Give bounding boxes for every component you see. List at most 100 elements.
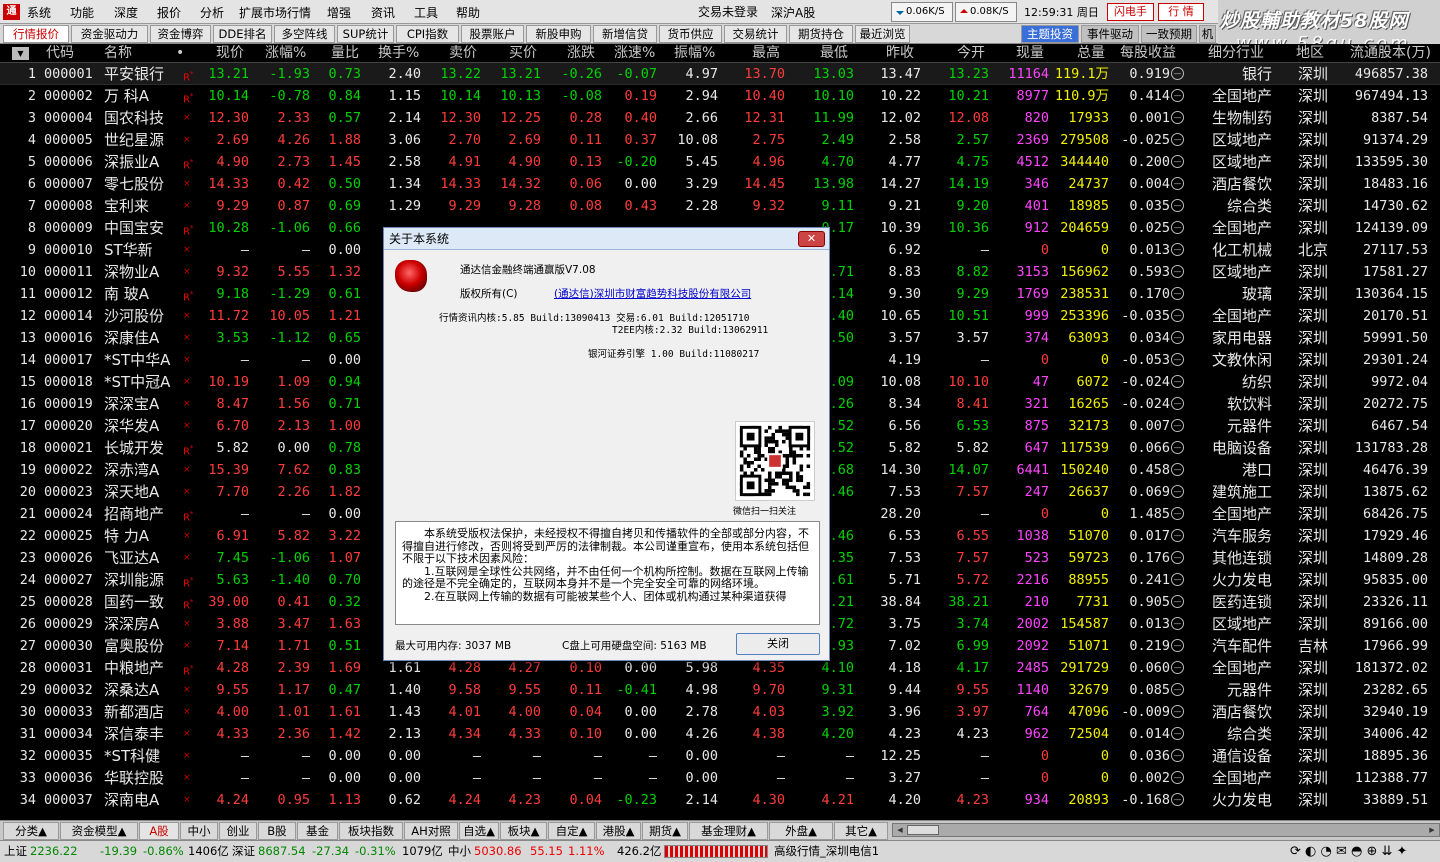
menu-quote[interactable]: 报价	[157, 4, 181, 21]
dialog-close-button[interactable]: 关闭	[736, 633, 820, 655]
column-header-19[interactable]: 细分行业	[1208, 44, 1264, 63]
tab-3[interactable]: DDE排名	[213, 25, 272, 43]
tab-12[interactable]: 期货持仓	[789, 25, 853, 43]
table-row[interactable]: 6 000007 零七股份 × 14.33 0.42 0.50 1.34 14.33 14.32 0…	[0, 173, 1440, 195]
bottom-tab-8[interactable]: AH对照	[404, 822, 458, 840]
table-row[interactable]: 33 000036 华联控股 × — —0.00 0.00— — — —0.00— —3.27—0 0…	[0, 767, 1440, 789]
tab-11[interactable]: 交易统计	[724, 25, 787, 43]
cell-ind: 区域地产	[1211, 131, 1272, 149]
table-row[interactable]: 30 000033 新都酒店 × 4.00 1.01 1.61 1.43 4.01 4.00 0.0…	[0, 701, 1440, 723]
sz-index-label[interactable]: 深证	[232, 841, 255, 862]
bottom-tab-11[interactable]: 自定▲	[548, 822, 595, 840]
table-row[interactable]: 32 000035 *ST科健 × — —0.00 0.00— — — —0.00— —12.25—…	[0, 745, 1440, 767]
bottom-tab-16[interactable]: 其它▲	[834, 822, 888, 840]
menu-enhance[interactable]: 增强	[327, 4, 351, 21]
table-row[interactable]: 3 000004 国农科技 × 12.30 2.33 0.57 2.14 12.30 12.25 0…	[0, 107, 1440, 129]
table-row[interactable]: 1 000001 平安银行 R* 13.21 -1.93 0.73 2.40 13.22 13.2…	[0, 63, 1440, 85]
menu-analysis[interactable]: 分析	[200, 4, 224, 21]
tab-right-2[interactable]: 一致预期	[1141, 25, 1197, 43]
tab-13[interactable]: 最近浏览	[855, 25, 910, 43]
column-header-11[interactable]: 振幅%	[674, 44, 715, 63]
table-row[interactable]: 7 000008 宝利来 × 9.29 0.87 0.69 1.29 9.29 9.28 0.08 0…	[0, 195, 1440, 217]
horizontal-scrollbar[interactable]: ◀ ▶	[892, 823, 1440, 837]
tab-0[interactable]: 行情报价	[3, 25, 69, 43]
table-row[interactable]: 31 000034 深信泰丰 × 4.33 2.36 1.42 2.13 4.34 4.33 0.1…	[0, 723, 1440, 745]
column-header-13[interactable]: 最低	[820, 44, 848, 63]
tab-9[interactable]: 新增信贷	[593, 25, 657, 43]
tab-2[interactable]: 资金博弈	[150, 25, 211, 43]
column-header-5[interactable]: 量比	[331, 44, 359, 63]
cell-pr: 10.28	[208, 220, 249, 236]
column-header-0[interactable]: 代码	[46, 44, 74, 63]
column-header-10[interactable]: 涨速%	[614, 44, 655, 63]
tab-6[interactable]: CPI指数	[396, 25, 459, 43]
scroll-thumb[interactable]	[907, 825, 939, 835]
bottom-tab-0[interactable]: 分类▲	[3, 822, 59, 840]
tab-right-3[interactable]: 机	[1199, 25, 1216, 43]
column-header-2[interactable]: •	[176, 44, 184, 63]
tab-5[interactable]: SUP统计	[337, 25, 394, 43]
table-row[interactable]: 29 000032 深桑达A × 9.55 1.17 0.47 1.40 9.58 9.55 0.1…	[0, 679, 1440, 701]
bottom-tab-15[interactable]: 外盘▲	[769, 822, 833, 840]
tab-right-0[interactable]: 主题投资	[1021, 25, 1079, 43]
cell-code: 000032	[44, 682, 93, 698]
column-header-14[interactable]: 昨收	[886, 44, 914, 63]
sort-toggle-icon[interactable]: ▼	[12, 47, 29, 60]
column-header-9[interactable]: 涨跌	[567, 44, 595, 63]
menu-system[interactable]: 系统	[27, 4, 51, 21]
column-header-8[interactable]: 买价	[509, 44, 537, 63]
flash-trade-button[interactable]: 闪电手	[1107, 3, 1154, 21]
scroll-left-icon[interactable]: ◀	[894, 825, 906, 835]
column-header-17[interactable]: 总量	[1077, 44, 1105, 63]
server-name[interactable]: 高级行情_深圳电信1	[774, 841, 879, 862]
menu-news[interactable]: 资讯	[371, 4, 395, 21]
table-row[interactable]: 5 000006 深振业A R* 4.90 2.73 1.45 2.58 4.91 4.90 0.1…	[0, 151, 1440, 173]
menu-depth[interactable]: 深度	[114, 4, 138, 21]
column-header-18[interactable]: 每股收益	[1120, 44, 1176, 63]
menu-tools[interactable]: 工具	[414, 4, 438, 21]
bottom-tab-1[interactable]: 资金模型▲	[60, 822, 138, 840]
dialog-close-icon[interactable]: ✕	[798, 231, 825, 247]
tab-8[interactable]: 新股申购	[526, 25, 591, 43]
refresh-icon[interactable]: ⟳ ◐ ◔ ✉ ◓ ⊕ ⇊ ✦	[1290, 841, 1407, 862]
cell-tv: 18985	[1068, 198, 1109, 214]
bottom-tab-12[interactable]: 港股▲	[596, 822, 641, 840]
column-header-6[interactable]: 换手%	[378, 44, 419, 63]
bottom-tab-7[interactable]: 板块指数	[339, 822, 403, 840]
column-header-21[interactable]: 流通股本(万)	[1350, 44, 1431, 63]
table-row[interactable]: 2 000002 万 科A R* 10.14 -0.78 0.84 1.15 10.14 10.1…	[0, 85, 1440, 107]
menu-ext-market[interactable]: 扩展市场行情	[239, 4, 311, 21]
tab-right-1[interactable]: 事件驱动	[1081, 25, 1139, 43]
bottom-tab-10[interactable]: 板块▲	[500, 822, 547, 840]
tab-7[interactable]: 股票账户	[461, 25, 524, 43]
bottom-tab-3[interactable]: 中小	[180, 822, 218, 840]
quote-button[interactable]: 行 情	[1158, 3, 1204, 21]
tab-4[interactable]: 多空阵线	[274, 25, 335, 43]
bottom-tab-5[interactable]: B股	[258, 822, 296, 840]
bottom-tab-6[interactable]: 基金	[297, 822, 338, 840]
column-header-7[interactable]: 卖价	[449, 44, 477, 63]
license-notice[interactable]: 本系统受版权法保护，未经授权不得擅自拷贝和传播软件的全部或部分内容，不得擅自进行…	[395, 521, 820, 625]
bottom-tab-4[interactable]: 创业	[219, 822, 257, 840]
column-header-20[interactable]: 地区	[1296, 44, 1324, 63]
table-row[interactable]: 4 000005 世纪星源 × 2.69 4.26 1.88 3.06 2.70 2.69 0.11…	[0, 129, 1440, 151]
column-header-4[interactable]: 涨幅%	[265, 44, 306, 63]
menu-help[interactable]: 帮助	[456, 4, 480, 21]
column-header-15[interactable]: 今开	[957, 44, 985, 63]
table-row[interactable]: 34 000037 深南电A × 4.24 0.95 1.13 0.62 4.24 4.23 0.0…	[0, 789, 1440, 811]
zx-index-label[interactable]: 中小	[448, 841, 471, 862]
column-header-16[interactable]: 现量	[1016, 44, 1044, 63]
menu-function[interactable]: 功能	[70, 4, 94, 21]
company-link[interactable]: (通达信)深圳市财富趋势科技股份有限公司	[554, 286, 751, 301]
tab-10[interactable]: 货币供应	[659, 25, 722, 43]
column-header-12[interactable]: 最高	[752, 44, 780, 63]
sh-index-label[interactable]: 上证	[4, 841, 27, 862]
tab-1[interactable]: 资金驱动力	[71, 25, 148, 43]
column-header-1[interactable]: 名称	[104, 44, 132, 63]
bottom-tab-14[interactable]: 基金理财▲	[689, 822, 768, 840]
bottom-tab-2[interactable]: A股	[139, 822, 179, 840]
bottom-tab-9[interactable]: 自选▲	[459, 822, 499, 840]
bottom-tab-13[interactable]: 期货▲	[642, 822, 688, 840]
column-header-3[interactable]: 现价	[216, 44, 244, 63]
scroll-right-icon[interactable]: ▶	[1426, 825, 1438, 835]
